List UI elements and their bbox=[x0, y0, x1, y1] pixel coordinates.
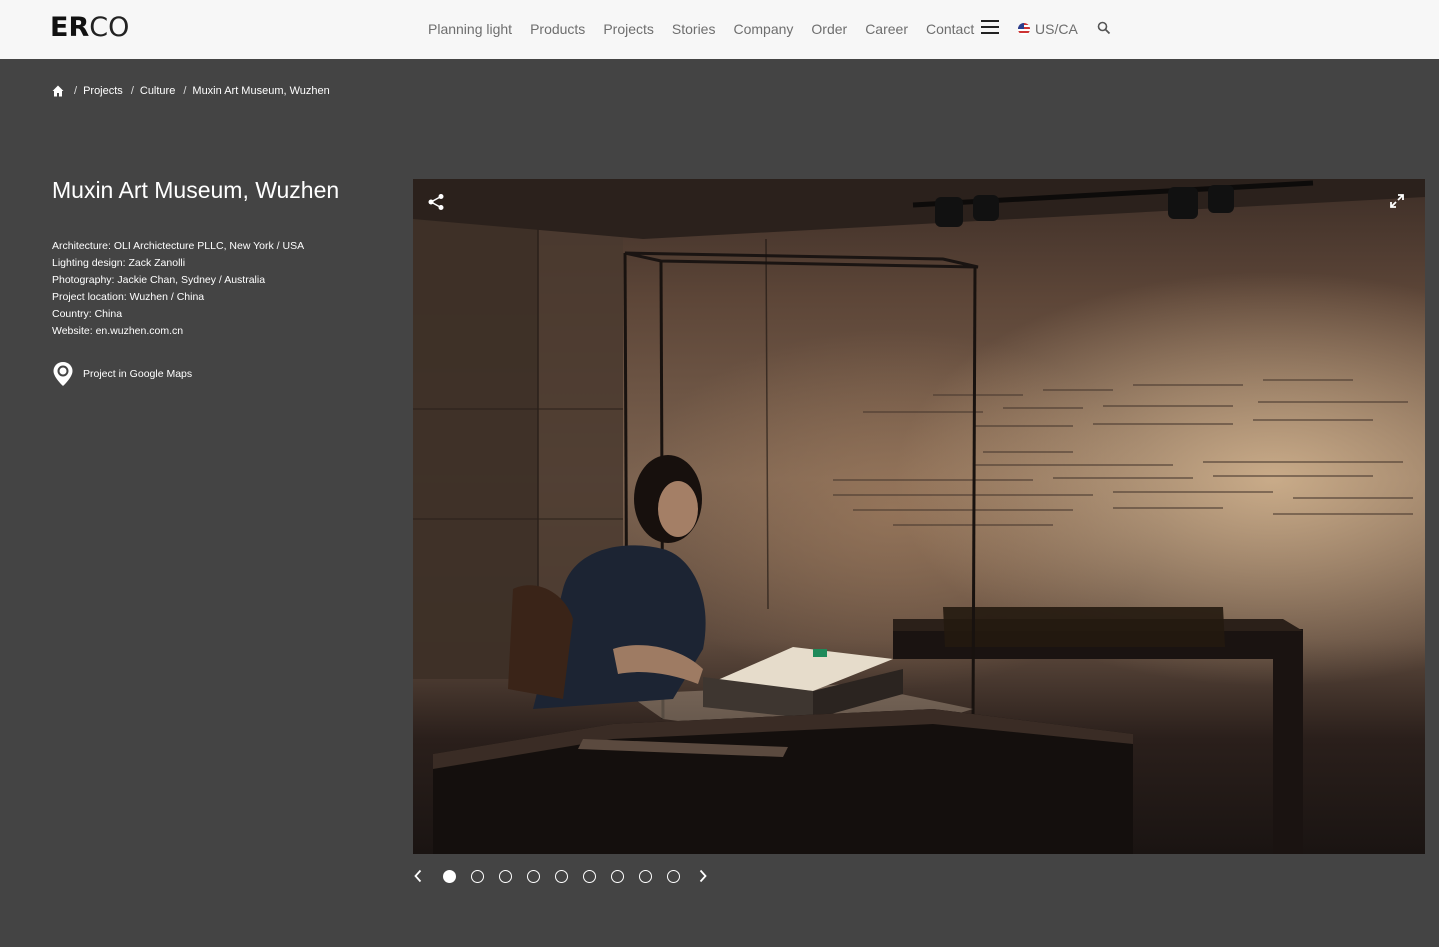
nav-planning-light[interactable]: Planning light bbox=[428, 19, 512, 39]
map-pin-icon bbox=[53, 362, 73, 386]
slide-dot-7[interactable] bbox=[611, 869, 624, 883]
nav-projects[interactable]: Projects bbox=[603, 19, 654, 39]
nav-company[interactable]: Company bbox=[733, 19, 793, 39]
nav-stories[interactable]: Stories bbox=[672, 19, 716, 39]
slide-dot-9[interactable] bbox=[667, 869, 680, 883]
nav-contact[interactable]: Contact bbox=[926, 19, 974, 39]
chevron-right-icon[interactable] bbox=[698, 869, 708, 883]
detail-architecture: Architecture: OLI Archictecture PLLC, Ne… bbox=[52, 240, 305, 252]
breadcrumb-culture[interactable]: Culture bbox=[140, 85, 175, 97]
logo-bold-text: ER bbox=[50, 12, 90, 43]
detail-project-location: Project location: Wuzhen / China bbox=[52, 291, 205, 303]
chevron-left-icon[interactable] bbox=[413, 869, 423, 883]
nav-products[interactable]: Products bbox=[530, 19, 585, 39]
google-maps-label: Project in Google Maps bbox=[83, 368, 193, 380]
main-nav: Planning light Products Projects Stories… bbox=[428, 19, 992, 39]
erco-logo[interactable]: ERCO bbox=[50, 13, 129, 43]
detail-lighting-design: Lighting design: Zack Zanolli bbox=[52, 257, 186, 269]
breadcrumb: / Projects / Culture / Muxin Art Museum,… bbox=[52, 85, 330, 97]
gallery-controls bbox=[413, 866, 708, 886]
museum-photo bbox=[413, 179, 1425, 854]
fullscreen-expand-icon[interactable] bbox=[1389, 193, 1405, 209]
slide-dot-1[interactable] bbox=[443, 869, 456, 883]
us-flag-icon bbox=[1018, 23, 1030, 35]
project-details: Architecture: OLI Archictecture PLLC, Ne… bbox=[52, 238, 304, 340]
breadcrumb-current: Muxin Art Museum, Wuzhen bbox=[192, 85, 330, 97]
slide-dot-2[interactable] bbox=[471, 869, 484, 883]
share-icon[interactable] bbox=[427, 193, 445, 211]
slide-dot-6[interactable] bbox=[583, 869, 596, 883]
slide-dot-4[interactable] bbox=[527, 869, 540, 883]
menu-hamburger-icon[interactable] bbox=[981, 20, 999, 34]
site-header: ERCO Planning light Products Projects St… bbox=[0, 0, 1439, 59]
detail-country: Country: China bbox=[52, 308, 123, 320]
locale-selector[interactable]: US/CA bbox=[1018, 19, 1078, 39]
search-icon[interactable] bbox=[1097, 21, 1111, 35]
breadcrumb-separator: / bbox=[74, 85, 78, 97]
slide-indicators bbox=[443, 869, 680, 883]
locale-label: US/CA bbox=[1035, 21, 1078, 37]
slide-dot-5[interactable] bbox=[555, 869, 568, 883]
detail-photography: Photography: Jackie Chan, Sydney / Austr… bbox=[52, 274, 266, 286]
nav-order[interactable]: Order bbox=[811, 19, 847, 39]
breadcrumb-projects[interactable]: Projects bbox=[83, 85, 123, 97]
slide-dot-8[interactable] bbox=[639, 869, 652, 883]
project-title: Muxin Art Museum, Wuzhen bbox=[52, 177, 340, 203]
home-icon[interactable] bbox=[52, 85, 64, 97]
detail-website[interactable]: Website: en.wuzhen.com.cn bbox=[52, 323, 304, 340]
logo-light-text: CO bbox=[89, 12, 130, 43]
nav-career[interactable]: Career bbox=[865, 19, 908, 39]
slide-dot-3[interactable] bbox=[499, 869, 512, 883]
breadcrumb-separator: / bbox=[183, 85, 187, 97]
google-maps-link[interactable]: Project in Google Maps bbox=[52, 361, 192, 387]
breadcrumb-separator: / bbox=[130, 85, 134, 97]
project-image-gallery[interactable] bbox=[413, 179, 1425, 854]
